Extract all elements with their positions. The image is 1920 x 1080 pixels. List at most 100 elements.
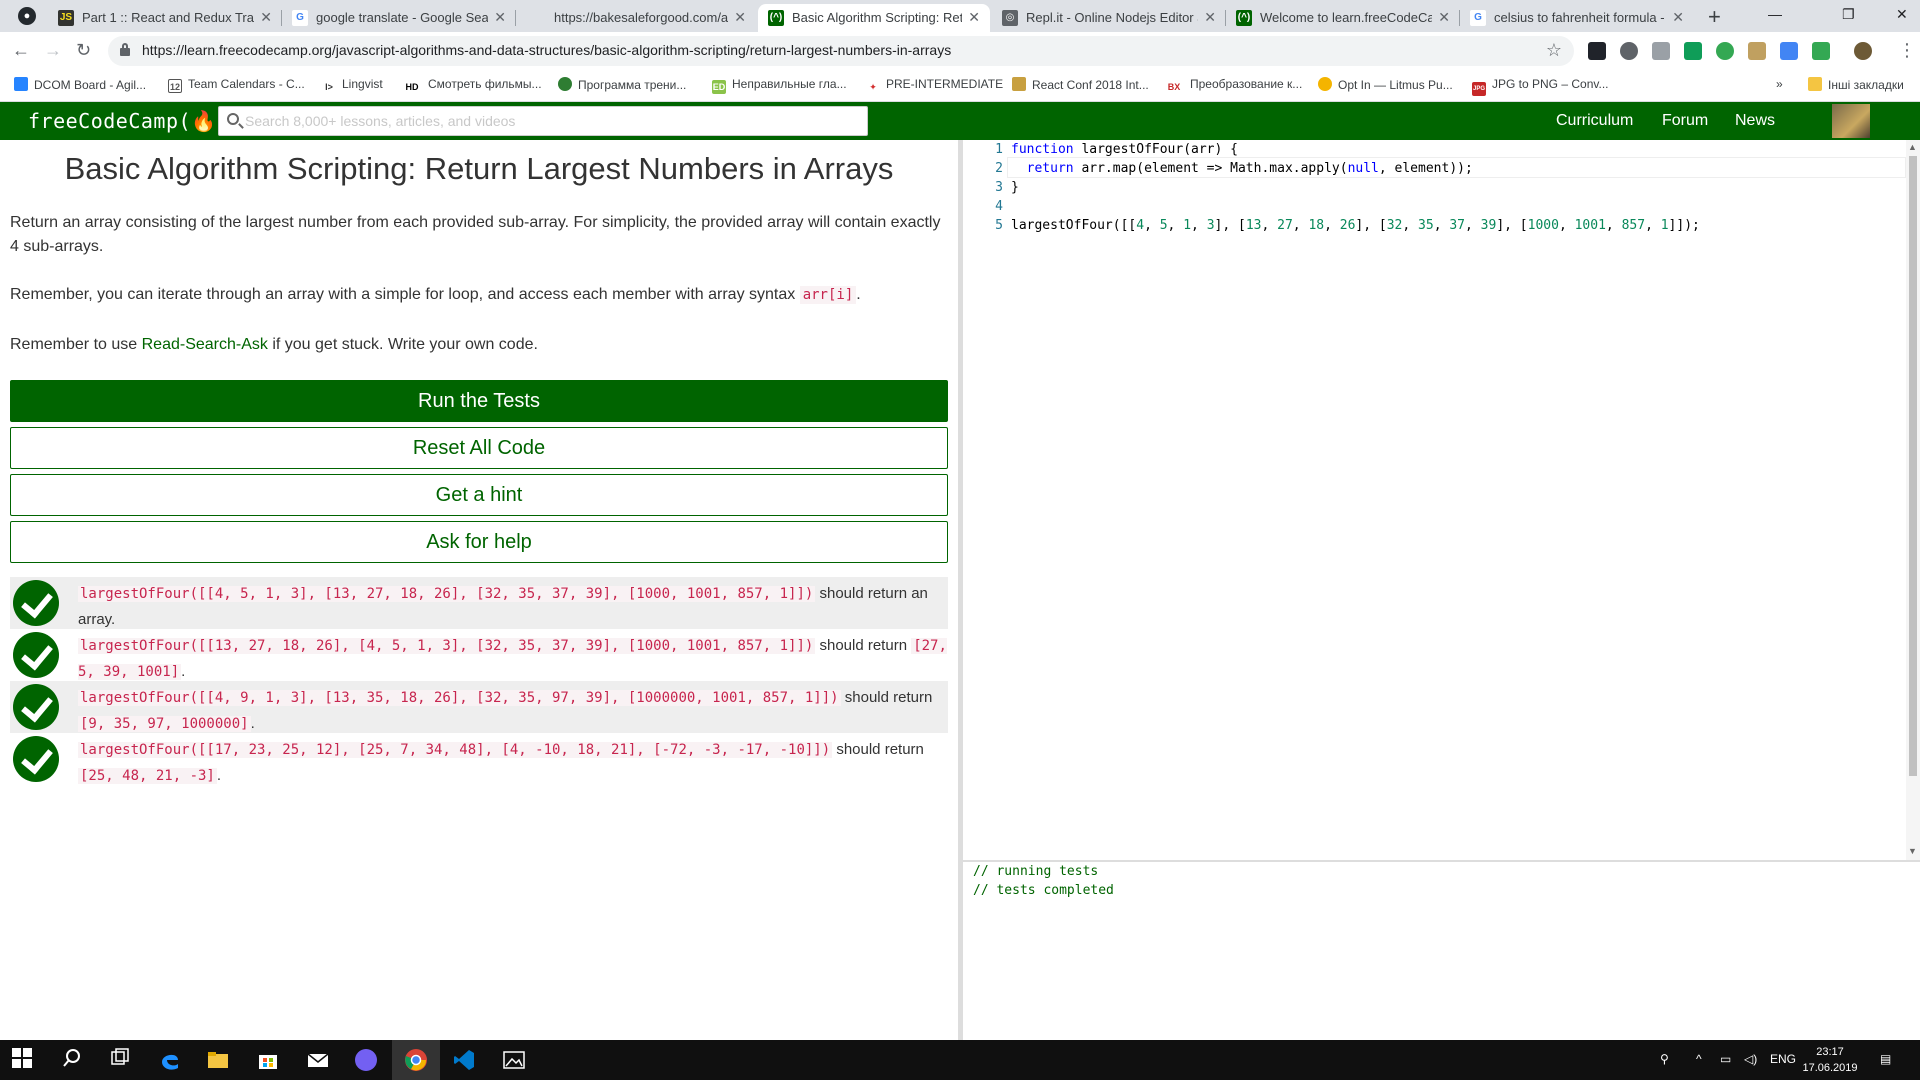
extension-icon[interactable] — [1748, 42, 1766, 60]
jira-icon — [14, 77, 28, 91]
user-avatar[interactable] — [1832, 104, 1870, 138]
nav-forum-link[interactable]: Forum — [1662, 112, 1708, 130]
bookmark-item[interactable]: HD Смотреть фильмы... — [402, 77, 542, 94]
github-icon[interactable]: ● — [18, 7, 36, 25]
react-conf-icon — [1012, 77, 1026, 91]
profile-avatar[interactable] — [1854, 42, 1872, 60]
browser-tab[interactable]: https://bakesaleforgood.com/api ✕ — [516, 4, 756, 32]
reset-code-button[interactable]: Reset All Code — [10, 427, 948, 469]
close-tab-icon[interactable]: ✕ — [734, 9, 746, 26]
test-result-row: largestOfFour([[17, 23, 25, 12], [25, 7,… — [10, 733, 948, 785]
check-icon — [13, 684, 59, 730]
bookmark-item[interactable]: Программа трени... — [558, 77, 686, 92]
new-tab-button[interactable]: + — [1708, 4, 1721, 30]
google-icon: G — [1470, 10, 1486, 26]
url-text[interactable]: https://learn.freecodecamp.org/javascrip… — [142, 42, 951, 58]
folder-icon — [1808, 77, 1822, 91]
windows-start-icon[interactable] — [12, 1048, 36, 1072]
get-hint-button[interactable]: Get a hint — [10, 474, 948, 516]
close-tab-icon[interactable]: ✕ — [494, 9, 506, 26]
tray-chevron-icon[interactable]: ^ — [1696, 1052, 1702, 1066]
file-explorer-icon[interactable] — [206, 1048, 230, 1072]
read-search-ask-link[interactable]: Read-Search-Ask — [142, 336, 268, 353]
search-input[interactable] — [245, 111, 845, 131]
fitness-icon — [558, 77, 572, 91]
close-tab-icon[interactable]: ✕ — [1438, 9, 1450, 26]
bookmark-item[interactable]: JPG JPG to PNG – Conv... — [1472, 77, 1608, 96]
bookmark-item[interactable]: Opt In — Litmus Pu... — [1318, 77, 1453, 92]
search-icon[interactable] — [62, 1048, 86, 1072]
test-result-row: largestOfFour([[4, 9, 1, 3], [13, 35, 18… — [10, 681, 948, 733]
browser-tab[interactable]: G google translate - Google Search ✕ — [282, 4, 516, 32]
lock-icon[interactable] — [120, 43, 130, 56]
react-devtools-icon[interactable] — [1588, 42, 1606, 60]
bookmark-item[interactable]: l> Lingvist — [322, 77, 383, 94]
nav-news-link[interactable]: News — [1735, 112, 1775, 130]
close-window-icon[interactable]: ✕ — [1896, 6, 1908, 23]
viber-icon[interactable] — [354, 1048, 378, 1072]
bookmark-item[interactable]: BX Преобразование к... — [1164, 77, 1303, 94]
nav-curriculum-link[interactable]: Curriculum — [1556, 112, 1633, 130]
address-bar[interactable]: https://learn.freecodecamp.org/javascrip… — [108, 36, 1574, 66]
recycle-icon[interactable] — [1716, 42, 1734, 60]
extension-icon[interactable] — [1780, 42, 1798, 60]
bookmark-item[interactable]: DCOM Board - Agil... — [14, 77, 146, 92]
close-tab-icon[interactable]: ✕ — [260, 9, 272, 26]
bookmark-item[interactable]: ED Неправильные гла... — [712, 77, 847, 94]
notifications-icon[interactable]: ▤ — [1880, 1052, 1891, 1066]
browser-tab[interactable]: G celsius to fahrenheit formula - G ✕ — [1460, 4, 1694, 32]
fcc-logo[interactable]: freeCodeCamp(🔥) — [28, 109, 229, 133]
reload-icon[interactable]: ↻ — [76, 40, 91, 61]
browser-menu-icon[interactable]: ⋮ — [1898, 40, 1916, 61]
scroll-down-icon[interactable]: ▼ — [1908, 846, 1917, 856]
browser-tab[interactable]: JS Part 1 :: React and Redux Training ✕ — [48, 4, 282, 32]
browser-tab-active[interactable]: (^) Basic Algorithm Scripting: Return ✕ — [758, 4, 990, 32]
extension-icon[interactable] — [1684, 42, 1702, 60]
browser-tab[interactable]: (^) Welcome to learn.freeCodeCamp ✕ — [1226, 4, 1460, 32]
bookmark-item[interactable]: 12 Team Calendars - C... — [168, 77, 305, 93]
people-icon[interactable]: ⚲ — [1660, 1052, 1669, 1066]
ask-for-help-button[interactable]: Ask for help — [10, 521, 948, 563]
task-view-icon[interactable] — [110, 1048, 134, 1072]
input-language[interactable]: ENG — [1770, 1052, 1796, 1066]
close-tab-icon[interactable]: ✕ — [1672, 9, 1684, 26]
forward-arrow-icon[interactable]: → — [44, 40, 62, 61]
volume-icon[interactable]: ◁) — [1744, 1052, 1757, 1066]
network-icon[interactable]: ▭ — [1720, 1052, 1731, 1066]
clock-time: 23:17 — [1816, 1046, 1844, 1058]
search-box[interactable] — [218, 106, 868, 136]
close-tab-icon[interactable]: ✕ — [1204, 9, 1216, 26]
bookmark-star-icon[interactable]: ☆ — [1546, 40, 1562, 61]
minimize-icon[interactable]: — — [1768, 6, 1782, 22]
restore-icon[interactable]: ❐ — [1842, 6, 1855, 23]
google-icon: G — [292, 10, 308, 26]
vue-devtools-icon[interactable] — [1652, 42, 1670, 60]
editor-scrollbar[interactable]: ▲ ▼ — [1906, 140, 1920, 860]
close-tab-icon[interactable]: ✕ — [968, 9, 980, 26]
code-editor[interactable]: 1 function largestOfFour(arr) { 2 return … — [963, 140, 1906, 860]
chrome-taskbar-icon[interactable] — [392, 1040, 440, 1080]
system-clock[interactable]: 23:17 17.06.2019 — [1800, 1044, 1860, 1076]
other-bookmarks-folder[interactable]: Інші закладки — [1808, 77, 1904, 92]
scrollbar-thumb[interactable] — [1909, 156, 1917, 776]
challenge-title: Basic Algorithm Scripting: Return Larges… — [64, 151, 894, 186]
mail-icon[interactable] — [306, 1048, 330, 1072]
test-description: largestOfFour([[4, 9, 1, 3], [13, 35, 18… — [78, 689, 933, 732]
store-icon[interactable] — [256, 1048, 280, 1072]
jpg-icon: JPG — [1472, 82, 1486, 96]
run-tests-button[interactable]: Run the Tests — [10, 380, 948, 422]
console-line: // running tests — [973, 864, 1099, 879]
back-arrow-icon[interactable]: ← — [12, 40, 30, 61]
extension-badge-icon[interactable] — [1812, 42, 1830, 60]
fcc-icon: (^) — [768, 10, 784, 26]
bookmark-item[interactable]: React Conf 2018 Int... — [1012, 77, 1149, 92]
extension-icon[interactable] — [1620, 42, 1638, 60]
bookmark-item[interactable]: ✦ PRE-INTERMEDIATE — [866, 77, 1003, 94]
edge-icon[interactable] — [158, 1048, 182, 1072]
more-bookmarks-button[interactable]: » — [1776, 77, 1783, 91]
description-paragraph: Remember, you can iterate through an arr… — [10, 286, 861, 304]
photos-icon[interactable] — [502, 1048, 526, 1072]
vscode-icon[interactable] — [452, 1048, 476, 1072]
scroll-up-icon[interactable]: ▲ — [1908, 142, 1917, 152]
browser-tab[interactable]: ◎ Repl.it - Online Nodejs Editor an ✕ — [992, 4, 1226, 32]
